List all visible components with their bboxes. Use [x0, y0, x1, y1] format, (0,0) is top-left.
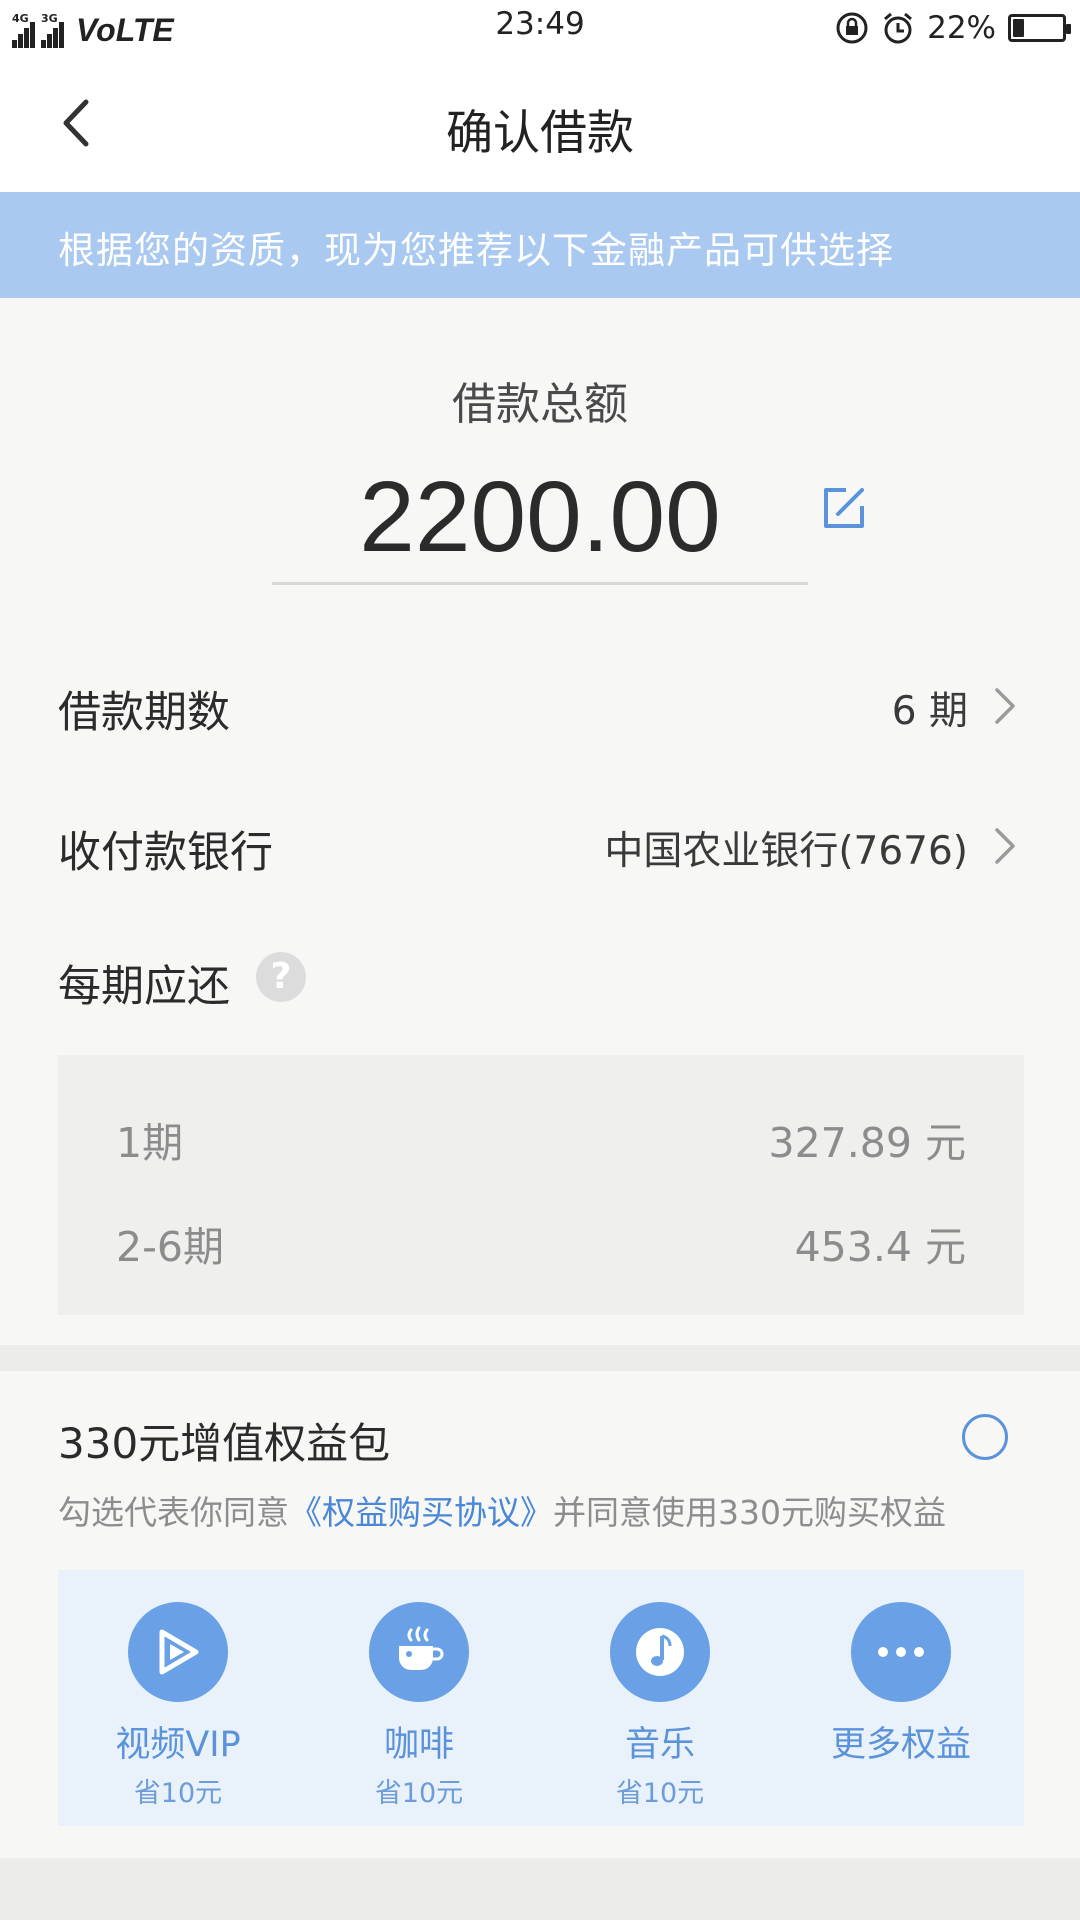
benefit-name: 视频VIP: [115, 1725, 241, 1765]
recommendation-banner: 根据您的资质，现为您推荐以下金融产品可供选择: [0, 192, 1080, 298]
benefit-item-more[interactable]: 更多权益: [801, 1602, 1001, 1812]
benefit-item-video-vip[interactable]: 视频VIP 省10元: [78, 1602, 278, 1812]
edit-icon[interactable]: [816, 480, 872, 536]
bank-label: 收付款银行: [58, 828, 273, 878]
benefit-icon-circle: [610, 1602, 710, 1702]
bottom-divider: [0, 1858, 1080, 1920]
benefit-package-title: 330元增值权益包: [58, 1419, 391, 1468]
loan-term-row[interactable]: 借款期数 6 期: [0, 656, 1080, 756]
page-title: 确认借款: [446, 106, 634, 161]
bank-value: 中国农业银行(7676): [604, 829, 968, 874]
coffee-cup-icon: [399, 1626, 444, 1670]
repayment-schedule: 1期 327.89 元 2-6期 453.4 元: [58, 1055, 1024, 1315]
chevron-right-icon: [995, 688, 1015, 724]
benefit-items-panel: 视频VIP 省10元 咖啡 省10元 音乐 省10元 更多权益: [58, 1570, 1024, 1826]
more-dots-icon: [878, 1647, 924, 1657]
section-divider: [0, 1345, 1080, 1371]
loan-amount-label: 借款总额: [452, 379, 628, 430]
agreement-prefix: 勾选代表你同意: [58, 1493, 289, 1532]
music-note-icon: [636, 1628, 684, 1676]
status-bar: 4G 3G VoLTE 23:49 22%: [0, 0, 1080, 58]
agreement-suffix: 并同意使用330元购买权益: [553, 1493, 946, 1532]
loan-amount-input[interactable]: 2200.00: [272, 462, 808, 572]
loan-term-label: 借款期数: [58, 688, 230, 738]
benefit-name: 更多权益: [830, 1725, 971, 1765]
bank-account-row[interactable]: 收付款银行 中国农业银行(7676): [0, 796, 1080, 896]
benefit-icon-circle: [369, 1602, 469, 1702]
battery-icon: [1008, 14, 1071, 42]
amount-underline: [272, 582, 808, 585]
schedule-amount: 327.89 元: [768, 1119, 967, 1167]
benefit-saving: 省10元: [615, 1778, 705, 1809]
benefit-item-coffee[interactable]: 咖啡 省10元: [319, 1602, 519, 1812]
benefit-package-radio[interactable]: [962, 1414, 1008, 1460]
battery-fill: [1013, 19, 1025, 37]
help-icon[interactable]: ?: [256, 952, 306, 1002]
banner-text: 根据您的资质，现为您推荐以下金融产品可供选择: [58, 229, 894, 272]
schedule-period: 2-6期: [116, 1223, 224, 1271]
benefit-item-music[interactable]: 音乐 省10元: [560, 1602, 760, 1812]
per-period-label: 每期应还: [58, 962, 230, 1012]
benefit-name: 咖啡: [383, 1725, 454, 1765]
benefit-name: 音乐: [624, 1725, 695, 1765]
benefit-icon-circle: [851, 1602, 951, 1702]
status-right: 22%: [835, 8, 1071, 48]
alarm-icon: [884, 12, 913, 44]
agreement-text: 勾选代表你同意《权益购买协议》并同意使用330元购买权益: [58, 1486, 946, 1534]
per-period-repayment-row: 每期应还 ?: [0, 930, 1080, 1030]
lock-rotation-icon: [836, 12, 868, 44]
schedule-period: 1期: [116, 1119, 184, 1167]
schedule-row: 1期 327.89 元: [58, 1109, 1024, 1169]
schedule-row: 2-6期 453.4 元: [58, 1213, 1024, 1273]
loan-term-value: 6 期: [891, 689, 968, 734]
benefit-icon-circle: [128, 1602, 228, 1702]
schedule-amount: 453.4 元: [794, 1223, 966, 1271]
video-play-icon: [159, 1629, 199, 1675]
nav-bar: 确认借款: [0, 58, 1080, 192]
battery-percent: 22%: [927, 10, 996, 46]
benefit-saving: 省10元: [133, 1778, 223, 1809]
benefit-saving: 省10元: [374, 1778, 464, 1809]
chevron-right-icon: [995, 828, 1015, 864]
agreement-link[interactable]: 《权益购买协议》: [289, 1493, 553, 1532]
